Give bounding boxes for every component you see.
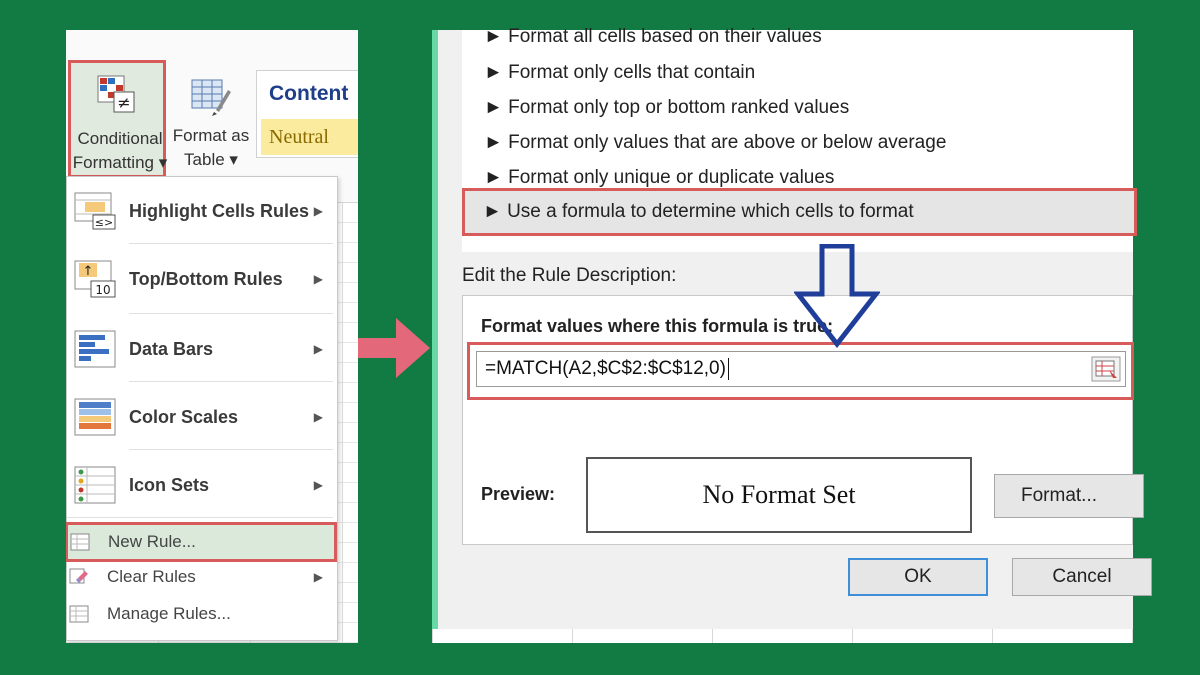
submenu-arrow-icon: ▶: [313, 570, 323, 584]
menu-separator: [129, 449, 333, 450]
annotation-arrow-right-icon: [358, 318, 430, 378]
menu-item-color-scales[interactable]: Color Scales ▶: [67, 387, 337, 447]
icon-sets-icon: [74, 466, 116, 504]
menu-item-icon-sets[interactable]: Icon Sets ▶: [67, 455, 337, 515]
submenu-arrow-icon: ▶: [313, 410, 323, 424]
manage-rules-icon: [69, 605, 89, 623]
conditional-formatting-menu: ≤> Highlight Cells Rules ▶ ↑ 10 Top/Bott…: [66, 176, 338, 641]
menu-item-top-bottom-rules[interactable]: ↑ 10 Top/Bottom Rules ▶: [67, 249, 337, 309]
range-selector-icon[interactable]: [1091, 356, 1121, 382]
excel-ribbon-panel: ≠ Conditional Formatting ▾ Format as Tab…: [66, 30, 358, 643]
format-as-table-label: Format as Table ▾: [172, 126, 250, 169]
conditional-formatting-label: Conditional Formatting ▾: [72, 129, 168, 172]
submenu-arrow-icon: ▶: [313, 342, 323, 356]
formula-highlight: =MATCH(A2,$C$2:$C$12,0): [467, 342, 1134, 400]
menu-item-clear-rules[interactable]: Clear Rules ▶: [67, 560, 337, 594]
svg-text:10: 10: [95, 283, 110, 297]
menu-item-label: Data Bars: [129, 339, 214, 359]
menu-item-new-rule[interactable]: New Rule...: [66, 522, 337, 562]
menu-item-label: Highlight Cells Rules: [129, 201, 310, 221]
rule-type-selected-label: ► Use a formula to determine which cells…: [483, 201, 914, 222]
conditional-formatting-button[interactable]: ≠ Conditional Formatting ▾: [68, 60, 167, 178]
new-formatting-rule-dialog: ► Format all cells based on their values…: [432, 26, 1152, 643]
format-as-table-icon: [191, 79, 231, 116]
menu-item-label: Manage Rules...: [107, 604, 231, 623]
new-rule-icon: [70, 533, 90, 551]
menu-separator: [129, 243, 333, 244]
cell-styles-gallery: Content Neutral: [256, 70, 358, 158]
conditional-formatting-icon: ≠: [97, 75, 135, 113]
clear-rules-icon: [69, 568, 88, 584]
rule-type-list: ► Format all cells based on their values…: [462, 26, 1137, 252]
style-neutral[interactable]: Neutral: [261, 119, 358, 155]
formula-label: Format values where this formula is true…: [481, 316, 834, 336]
submenu-arrow-icon: ▶: [313, 204, 323, 218]
svg-text:↑: ↑: [83, 264, 94, 279]
menu-item-manage-rules[interactable]: Manage Rules...: [67, 597, 337, 631]
dialog-body: ► Format all cells based on their values…: [438, 26, 1152, 634]
menu-separator: [129, 381, 333, 382]
menu-item-label: New Rule...: [108, 532, 196, 551]
rule-type-item[interactable]: ► Format only values that are above or b…: [484, 126, 946, 160]
annotation-arrow-down-icon: [794, 244, 880, 348]
menu-item-label: Color Scales: [129, 407, 239, 427]
menu-separator: [67, 517, 333, 518]
svg-text:≤>: ≤>: [95, 216, 113, 229]
menu-item-label: Clear Rules: [107, 567, 196, 586]
rule-type-item[interactable]: ► Format only top or bottom ranked value…: [484, 91, 849, 125]
rule-type-item[interactable]: ► Format all cells based on their values: [484, 20, 822, 54]
rule-type-item-selected[interactable]: ► Use a formula to determine which cells…: [462, 188, 1137, 236]
formula-input[interactable]: =MATCH(A2,$C$2:$C$12,0): [476, 351, 1126, 387]
worksheet-strip: [432, 629, 1133, 643]
menu-item-highlight-cells-rules[interactable]: ≤> Highlight Cells Rules ▶: [67, 181, 337, 241]
submenu-arrow-icon: ▶: [313, 272, 323, 286]
menu-item-label: Top/Bottom Rules: [129, 269, 283, 289]
submenu-arrow-icon: ▶: [313, 478, 323, 492]
svg-text:≠: ≠: [117, 93, 130, 112]
menu-item-label: Icon Sets: [129, 475, 210, 495]
rule-type-item[interactable]: ► Format only cells that contain: [484, 56, 755, 90]
cancel-button[interactable]: Cancel: [1012, 558, 1152, 596]
format-as-table-button[interactable]: Format as Table ▾: [168, 70, 254, 180]
highlight-cells-icon: ≤>: [74, 192, 116, 230]
menu-separator: [129, 313, 333, 314]
edit-rule-description-label: Edit the Rule Description:: [462, 265, 677, 286]
format-button[interactable]: Format...: [994, 474, 1144, 518]
menu-item-data-bars[interactable]: Data Bars ▶: [67, 319, 337, 379]
preview-label: Preview:: [481, 484, 556, 504]
data-bars-icon: [74, 330, 116, 368]
ok-button[interactable]: OK: [848, 558, 988, 596]
top-bottom-icon: ↑ 10: [74, 260, 116, 298]
color-scales-icon: [74, 398, 116, 436]
formula-text: =MATCH(A2,$C$2:$C$12,0): [485, 352, 729, 386]
format-preview: No Format Set: [586, 457, 972, 533]
style-content[interactable]: Content: [261, 77, 358, 111]
text-caret: [727, 357, 729, 380]
